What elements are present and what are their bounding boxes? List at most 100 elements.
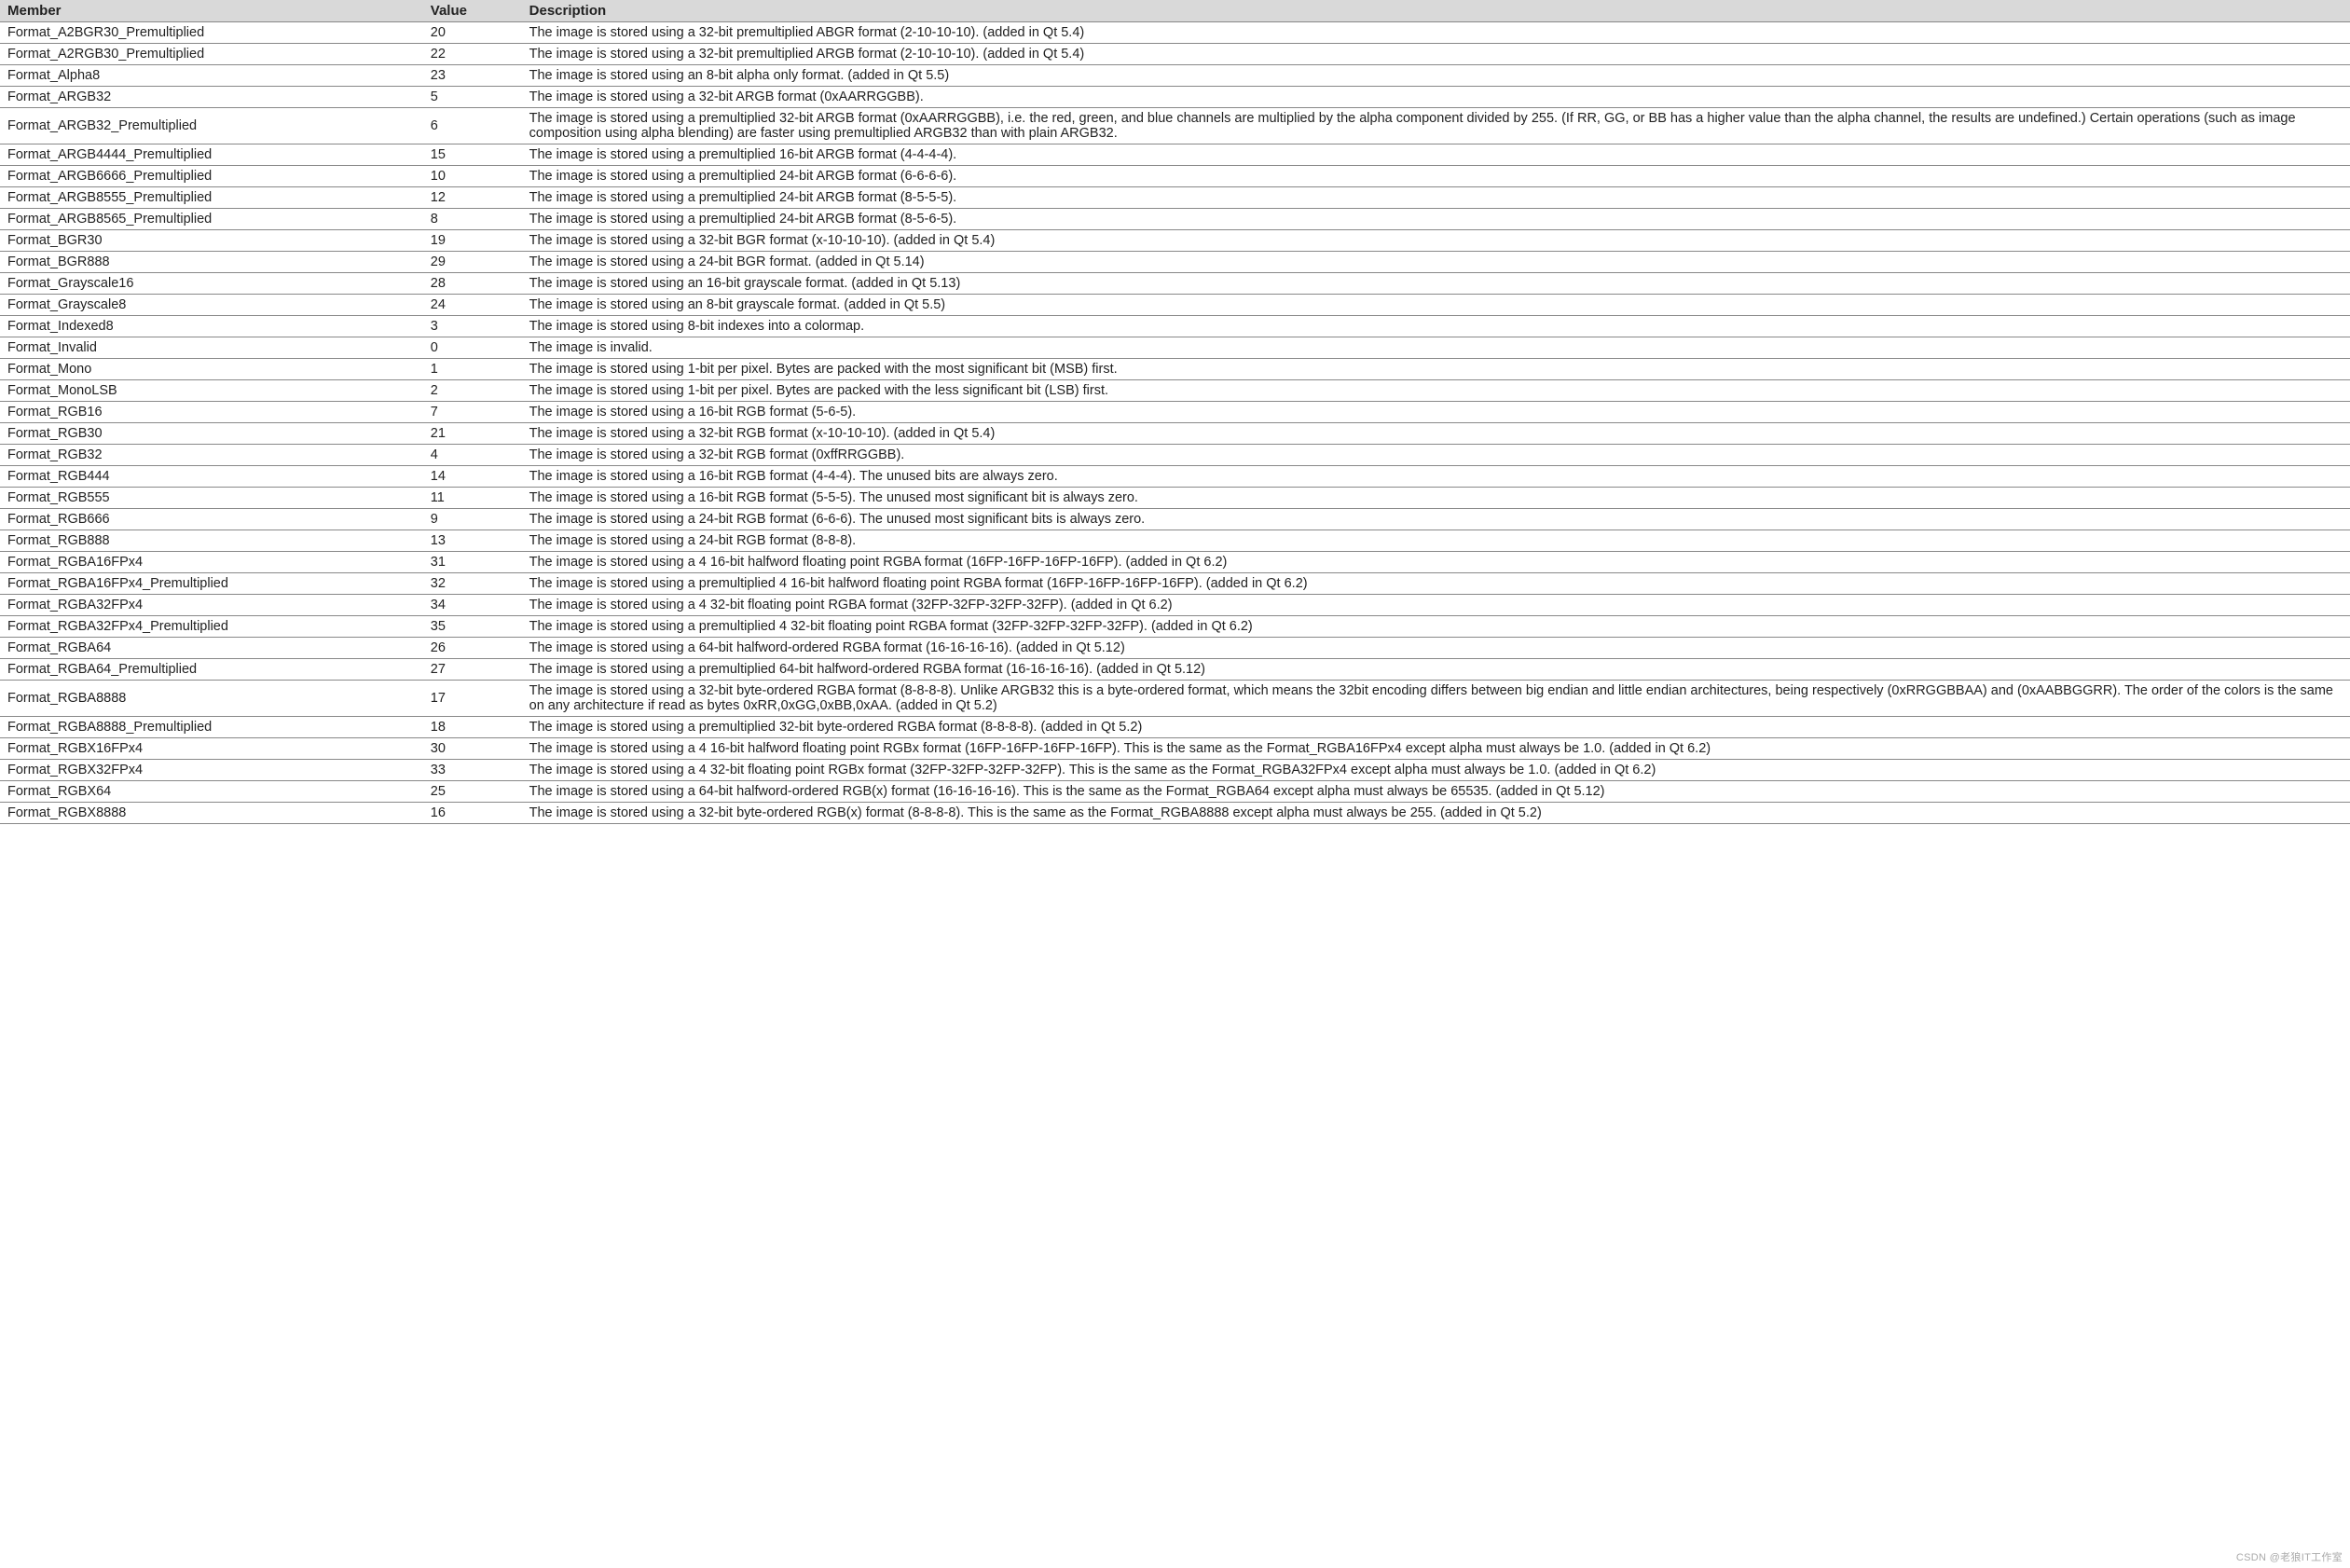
cell-member: Format_ARGB8565_Premultiplied (0, 209, 423, 230)
cell-value: 27 (423, 659, 522, 681)
cell-value: 9 (423, 509, 522, 530)
cell-value: 25 (423, 781, 522, 803)
cell-description: The image is stored using a 64-bit halfw… (522, 638, 2350, 659)
cell-member: Format_RGBX32FPx4 (0, 760, 423, 781)
cell-value: 34 (423, 595, 522, 616)
cell-value: 32 (423, 573, 522, 595)
table-row: Format_Grayscale1628The image is stored … (0, 273, 2350, 295)
cell-description: The image is stored using a 16-bit RGB f… (522, 488, 2350, 509)
table-row: Format_Grayscale824The image is stored u… (0, 295, 2350, 316)
table-header-row: Member Value Description (0, 0, 2350, 22)
cell-description: The image is stored using a premultiplie… (522, 717, 2350, 738)
cell-description: The image is stored using a 32-bit BGR f… (522, 230, 2350, 252)
cell-description: The image is stored using a 32-bit premu… (522, 22, 2350, 44)
cell-description: The image is stored using a 4 16-bit hal… (522, 738, 2350, 760)
table-row: Format_ARGB8555_Premultiplied12The image… (0, 187, 2350, 209)
cell-description: The image is stored using a premultiplie… (522, 616, 2350, 638)
header-description: Description (522, 0, 2350, 22)
table-row: Format_RGB88813The image is stored using… (0, 530, 2350, 552)
cell-member: Format_BGR888 (0, 252, 423, 273)
cell-member: Format_RGB666 (0, 509, 423, 530)
cell-description: The image is stored using an 8-bit alpha… (522, 65, 2350, 87)
cell-member: Format_RGBA32FPx4_Premultiplied (0, 616, 423, 638)
cell-value: 16 (423, 803, 522, 824)
cell-member: Format_ARGB6666_Premultiplied (0, 166, 423, 187)
cell-member: Format_RGB16 (0, 402, 423, 423)
table-row: Format_RGBX32FPx433The image is stored u… (0, 760, 2350, 781)
cell-description: The image is stored using a premultiplie… (522, 659, 2350, 681)
cell-value: 22 (423, 44, 522, 65)
cell-description: The image is stored using a 32-bit premu… (522, 44, 2350, 65)
table-row: Format_RGBX888816The image is stored usi… (0, 803, 2350, 824)
table-row: Format_RGBA16FPx431The image is stored u… (0, 552, 2350, 573)
cell-value: 35 (423, 616, 522, 638)
cell-member: Format_RGB555 (0, 488, 423, 509)
cell-description: The image is stored using a premultiplie… (522, 144, 2350, 166)
table-row: Format_RGBA64_Premultiplied27The image i… (0, 659, 2350, 681)
cell-value: 15 (423, 144, 522, 166)
cell-member: Format_Invalid (0, 337, 423, 359)
cell-value: 4 (423, 445, 522, 466)
table-row: Format_RGBX16FPx430The image is stored u… (0, 738, 2350, 760)
cell-description: The image is stored using an 16-bit gray… (522, 273, 2350, 295)
cell-member: Format_Grayscale8 (0, 295, 423, 316)
cell-member: Format_A2RGB30_Premultiplied (0, 44, 423, 65)
cell-description: The image is stored using an 8-bit grays… (522, 295, 2350, 316)
cell-member: Format_Mono (0, 359, 423, 380)
table-row: Format_RGB324The image is stored using a… (0, 445, 2350, 466)
table-row: Format_ARGB6666_Premultiplied10The image… (0, 166, 2350, 187)
cell-description: The image is stored using 1-bit per pixe… (522, 380, 2350, 402)
cell-description: The image is stored using a premultiplie… (522, 573, 2350, 595)
table-row: Format_ARGB32_Premultiplied6The image is… (0, 108, 2350, 144)
cell-member: Format_RGB32 (0, 445, 423, 466)
table-row: Format_RGBX6425The image is stored using… (0, 781, 2350, 803)
cell-description: The image is stored using a 32-bit byte-… (522, 803, 2350, 824)
table-row: Format_A2BGR30_Premultiplied20The image … (0, 22, 2350, 44)
cell-description: The image is stored using a 4 16-bit hal… (522, 552, 2350, 573)
table-row: Format_A2RGB30_Premultiplied22The image … (0, 44, 2350, 65)
cell-value: 1 (423, 359, 522, 380)
cell-value: 8 (423, 209, 522, 230)
table-row: Format_RGBA16FPx4_Premultiplied32The ima… (0, 573, 2350, 595)
cell-value: 19 (423, 230, 522, 252)
cell-member: Format_A2BGR30_Premultiplied (0, 22, 423, 44)
cell-value: 17 (423, 681, 522, 717)
cell-value: 18 (423, 717, 522, 738)
cell-member: Format_BGR30 (0, 230, 423, 252)
header-value: Value (423, 0, 522, 22)
cell-member: Format_ARGB4444_Premultiplied (0, 144, 423, 166)
cell-value: 31 (423, 552, 522, 573)
cell-value: 24 (423, 295, 522, 316)
cell-description: The image is stored using a 16-bit RGB f… (522, 402, 2350, 423)
cell-description: The image is stored using a premultiplie… (522, 166, 2350, 187)
cell-description: The image is stored using a 4 32-bit flo… (522, 760, 2350, 781)
cell-member: Format_RGBX8888 (0, 803, 423, 824)
table-row: Format_RGB55511The image is stored using… (0, 488, 2350, 509)
cell-member: Format_Alpha8 (0, 65, 423, 87)
cell-member: Format_ARGB8555_Premultiplied (0, 187, 423, 209)
cell-member: Format_ARGB32_Premultiplied (0, 108, 423, 144)
table-row: Format_ARGB325The image is stored using … (0, 87, 2350, 108)
cell-description: The image is stored using 1-bit per pixe… (522, 359, 2350, 380)
cell-member: Format_RGB888 (0, 530, 423, 552)
cell-member: Format_Indexed8 (0, 316, 423, 337)
table-row: Format_Invalid0The image is invalid. (0, 337, 2350, 359)
cell-description: The image is stored using a 32-bit ARGB … (522, 87, 2350, 108)
cell-description: The image is stored using a 64-bit halfw… (522, 781, 2350, 803)
cell-member: Format_RGBA16FPx4 (0, 552, 423, 573)
cell-value: 26 (423, 638, 522, 659)
table-row: Format_Alpha823The image is stored using… (0, 65, 2350, 87)
cell-value: 12 (423, 187, 522, 209)
cell-member: Format_RGBA8888_Premultiplied (0, 717, 423, 738)
table-row: Format_BGR3019The image is stored using … (0, 230, 2350, 252)
cell-value: 7 (423, 402, 522, 423)
watermark: CSDN @老狼IT工作室 (2236, 1549, 2343, 1564)
cell-description: The image is stored using a 32-bit RGB f… (522, 445, 2350, 466)
cell-member: Format_RGBA32FPx4 (0, 595, 423, 616)
cell-value: 29 (423, 252, 522, 273)
table-row: Format_RGB3021The image is stored using … (0, 423, 2350, 445)
cell-value: 3 (423, 316, 522, 337)
cell-description: The image is stored using a premultiplie… (522, 209, 2350, 230)
cell-description: The image is stored using a 24-bit RGB f… (522, 530, 2350, 552)
cell-value: 23 (423, 65, 522, 87)
